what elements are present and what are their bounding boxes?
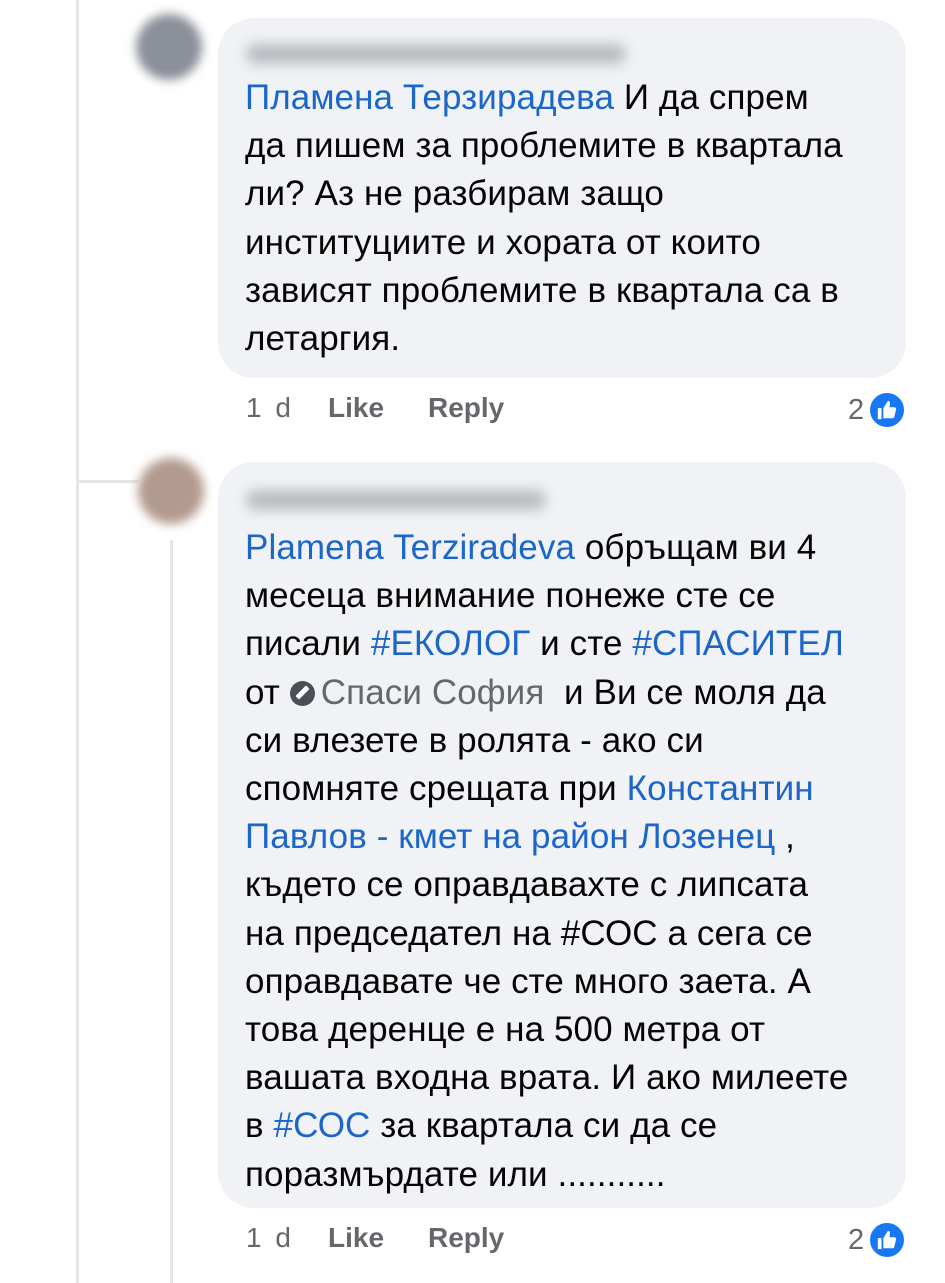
mention-link[interactable]: Пламена Терзирадева (245, 78, 614, 117)
reaction-count: 2 (848, 1223, 865, 1256)
comment-line: месеца внимание понеже сте се (245, 576, 776, 616)
comment-timestamp[interactable]: 1 d (246, 1222, 294, 1254)
avatar[interactable] (136, 14, 202, 80)
comment-line: на председател на #СОС а сега се (245, 913, 813, 953)
author-name-redacted[interactable] (246, 490, 546, 510)
comment-line: и сте (530, 624, 633, 664)
comment-line: ли? Аз не разбирам защо (245, 174, 664, 214)
page-badge-icon (289, 680, 315, 706)
comment-text-1: Пламена Терзирадева И да спрем да пишем … (245, 74, 882, 363)
comment-timestamp[interactable]: 1 d (246, 392, 294, 424)
like-button[interactable]: Like (328, 392, 384, 424)
comment-line: където се оправдавахте с липсата (245, 865, 809, 905)
comment-bubble-2: Plamena Terziradeva обръщам ви 4 месеца … (218, 462, 906, 1208)
reply-button[interactable]: Reply (428, 1222, 504, 1254)
like-thumbs-up-icon (868, 1221, 907, 1259)
thread-line-main (76, 0, 79, 1283)
comment-line: летаргия. (245, 319, 401, 359)
comment-line: спомняте срещата при (245, 769, 627, 809)
comment-line: зависят проблемите в квартала са в (245, 270, 839, 310)
author-name-redacted[interactable] (246, 44, 626, 64)
comment-line: в (245, 1106, 274, 1146)
hashtag-link[interactable]: #СПАСИТЕЛ (632, 624, 844, 663)
like-thumbs-up-icon (868, 391, 907, 429)
page-mention-link[interactable]: Спаси София (321, 673, 545, 712)
reaction-summary-2[interactable]: 2 (848, 1220, 907, 1260)
mention-link[interactable]: Павлов - кмет на район Лозенец (245, 817, 775, 856)
comment-line: обръщам ви 4 (575, 528, 817, 567)
thread-line-branch-1 (78, 480, 138, 483)
reaction-count: 2 (848, 393, 865, 426)
mention-link[interactable]: Константин (627, 769, 814, 808)
reaction-summary-1[interactable]: 2 (848, 390, 907, 430)
comment-line: това деренце е на 500 метра от (245, 1010, 766, 1050)
comment-text-2: Plamena Terziradeva обръщам ви 4 месеца … (245, 524, 882, 1199)
comment-line: оправдавате че сте много заета. А (245, 961, 811, 1001)
comment-line: и Ви се моля да (544, 672, 826, 712)
comment-line: поразмърдате или ........... (245, 1154, 666, 1194)
hashtag-link[interactable]: #ЕКОЛОГ (371, 624, 530, 663)
thread-line-child (170, 540, 173, 1283)
comment-line: си влезете в ролята - ако си (245, 720, 704, 760)
comment-line: И да спрем (614, 78, 809, 117)
like-button[interactable]: Like (328, 1222, 384, 1254)
hashtag-link[interactable]: #СОС (274, 1106, 371, 1145)
comment-bubble-1: Пламена Терзирадева И да спрем да пишем … (218, 18, 906, 378)
comment-line: да пишем за проблемите в квартала (245, 126, 843, 166)
comment-line: писали (245, 624, 371, 664)
comment-line: институциите и хората от които (245, 222, 761, 262)
mention-link[interactable]: Plamena Terziradeva (245, 528, 575, 567)
comment-line: за квартала си да се (370, 1106, 718, 1146)
comment-line: от (245, 672, 290, 712)
comment-line: вашата входна врата. И ако милеете (245, 1058, 849, 1098)
comment-line: , (775, 817, 795, 857)
avatar[interactable] (138, 458, 204, 524)
reply-button[interactable]: Reply (428, 392, 504, 424)
